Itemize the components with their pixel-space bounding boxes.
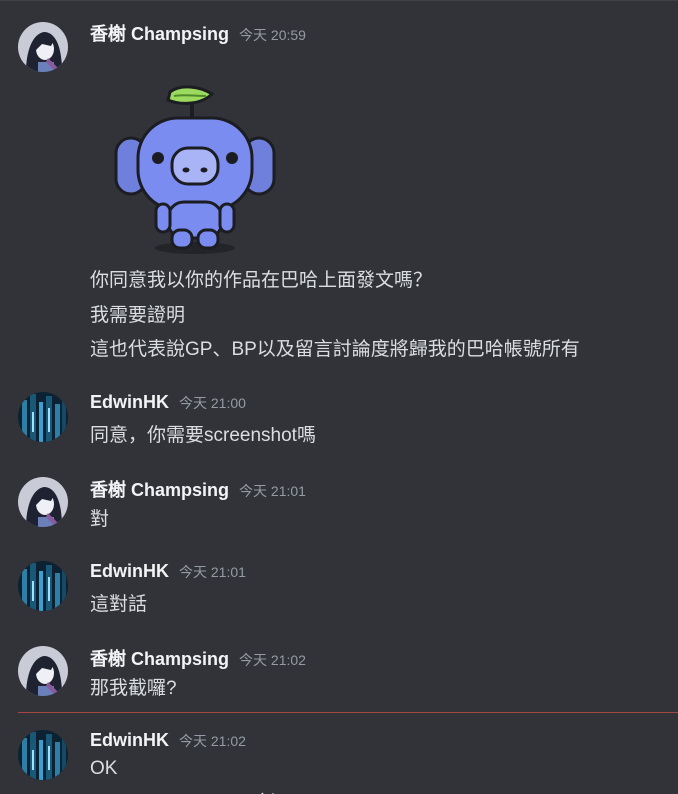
new-messages-divider — [18, 712, 678, 713]
timestamp: 今天 21:02 — [239, 652, 306, 668]
timestamp: 今天 21:01 — [239, 483, 306, 499]
message-header: EdwinHK 今天 21:00 — [90, 392, 246, 416]
timestamp: 今天 21:00 — [179, 395, 246, 411]
username[interactable]: EdwinHK — [90, 392, 169, 413]
username[interactable]: EdwinHK — [90, 561, 169, 582]
message-header: 香榭 Champsing 今天 21:02 — [90, 645, 306, 669]
message-text: 我需要證明 — [90, 305, 186, 326]
timestamp: 今天 21:02 — [179, 733, 246, 749]
avatar-champsing[interactable] — [18, 477, 68, 527]
username[interactable]: 香榭 Champsing — [90, 20, 229, 46]
message-header: 香榭 Champsing 今天 21:01 — [90, 476, 306, 500]
message-text: 你同意我以你的作品在巴哈上面發文嗎？ — [90, 270, 433, 291]
avatar-anime-icon — [18, 22, 68, 72]
message-text: 那我截囉? — [90, 678, 177, 699]
message-header: 香榭 Champsing 今天 20:59 — [90, 20, 306, 44]
avatar-champsing[interactable] — [18, 22, 68, 72]
message-text: 這也代表說GP、BP以及留言討論度將歸我的巴哈帳號所有 — [90, 339, 580, 360]
avatar-edwinhk[interactable] — [18, 392, 68, 442]
wumpus-sticker[interactable] — [110, 80, 280, 260]
avatar-edwinhk[interactable] — [18, 730, 68, 780]
avatar-anime-icon — [18, 477, 68, 527]
message-text: 同意，你需要screenshot嗎 — [90, 425, 316, 446]
avatar-cityscape-icon — [18, 730, 68, 780]
message-text: 這對話 — [90, 594, 148, 615]
message-text: OK — [90, 758, 118, 779]
avatar-champsing[interactable] — [18, 646, 68, 696]
message-text: 對 — [90, 509, 110, 530]
username[interactable]: EdwinHK — [90, 730, 169, 751]
message-header: EdwinHK 今天 21:02 — [90, 730, 246, 754]
avatar-edwinhk[interactable] — [18, 561, 68, 611]
top-border — [0, 0, 678, 1]
avatar-cityscape-icon — [18, 561, 68, 611]
cutoff-next-message — [255, 786, 295, 794]
timestamp: 今天 20:59 — [239, 27, 306, 43]
username[interactable]: 香榭 Champsing — [90, 645, 229, 671]
timestamp: 今天 21:01 — [179, 564, 246, 580]
avatar-anime-icon — [18, 646, 68, 696]
username[interactable]: 香榭 Champsing — [90, 476, 229, 502]
avatar-cityscape-icon — [18, 392, 68, 442]
message-header: EdwinHK 今天 21:01 — [90, 561, 246, 585]
